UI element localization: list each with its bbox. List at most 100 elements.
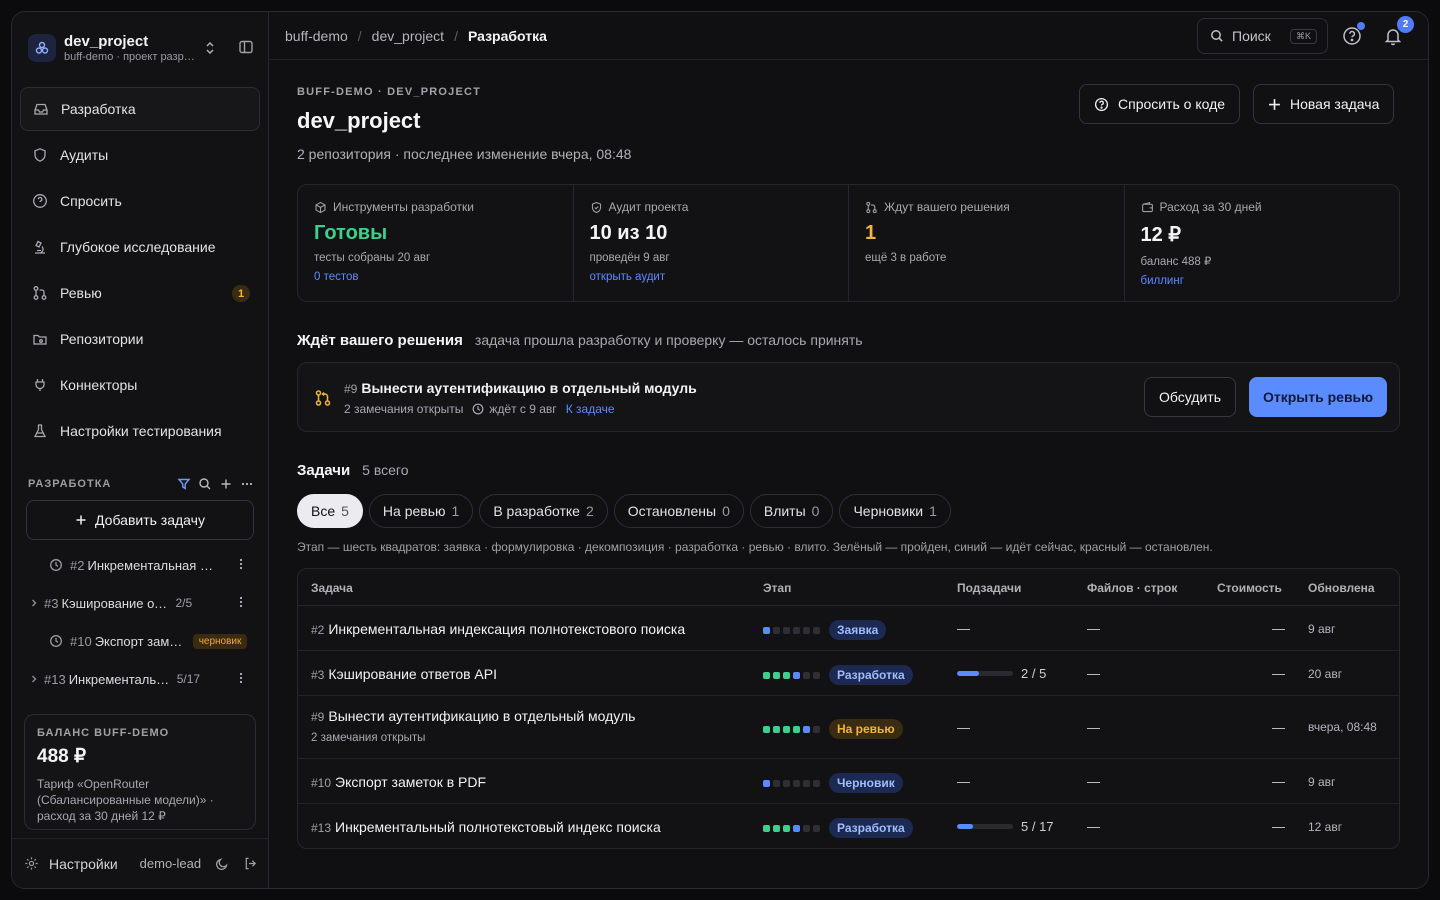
task-cell[interactable]: #10 Экспорт заметок в PDF xyxy=(311,774,486,790)
files-cell: — xyxy=(1087,774,1100,789)
pending-task-title[interactable]: #9 Вынести аутентификацию в отдельный мод… xyxy=(344,380,697,396)
filter-tab[interactable]: Черновики 1 xyxy=(839,494,951,528)
sidebar-item-2[interactable]: Спросить xyxy=(20,179,260,223)
go-to-task-link[interactable]: К задаче xyxy=(566,402,615,416)
sidebar-task-item[interactable]: #13Инкрементальный полнотекстовый индекс… xyxy=(20,660,260,698)
stat-link[interactable]: биллинг xyxy=(1141,275,1384,287)
new-task-button[interactable]: Новая задача xyxy=(1253,84,1395,124)
files-cell: — xyxy=(1087,720,1100,735)
workspace-switcher[interactable]: dev_project buff-demo · проект разработк… xyxy=(28,30,254,66)
table-row[interactable]: #9 Вынести аутентификацию в отдельный мод… xyxy=(298,696,1399,759)
stage-square xyxy=(783,671,790,679)
sidebar-item-5[interactable]: Репозитории xyxy=(20,317,260,361)
table-row[interactable]: #2 Инкрементальная индексация полнотексто… xyxy=(298,606,1399,651)
gear-icon[interactable] xyxy=(24,856,39,871)
sidebar-item-1[interactable]: Аудиты xyxy=(20,133,260,177)
task-cell[interactable]: #3 Кэширование ответов API xyxy=(311,666,497,682)
pending-remarks: 2 замечания открыты xyxy=(344,402,464,416)
stage-square xyxy=(783,626,790,634)
column-header[interactable]: Обновлена xyxy=(1308,581,1375,595)
filter-icon[interactable] xyxy=(177,477,191,491)
more-vertical-icon[interactable] xyxy=(234,557,248,571)
sidebar-collapse-icon[interactable] xyxy=(238,39,254,55)
table-body: #2 Инкрементальная индексация полнотексто… xyxy=(298,606,1399,848)
sidebar-item-6[interactable]: Коннекторы xyxy=(20,363,260,407)
task-cell[interactable]: #9 Вынести аутентификацию в отдельный мод… xyxy=(311,708,635,724)
stat-header: Ждут вашего решения xyxy=(865,200,1108,214)
stage-square xyxy=(793,824,800,832)
stat-label: Ждут вашего решения xyxy=(884,200,1010,214)
table-row[interactable]: #13 Инкрементальный полнотекстовый индекс… xyxy=(298,804,1399,848)
stage-square xyxy=(773,824,780,832)
column-header[interactable]: Файлов · строк xyxy=(1087,581,1177,595)
search-button[interactable]: Поиск ⌘K xyxy=(1197,18,1328,54)
stage-square xyxy=(793,725,800,733)
cost-cell: — xyxy=(1272,819,1285,834)
shield-icon xyxy=(32,147,48,163)
stage-square xyxy=(773,725,780,733)
settings-link[interactable]: Настройки xyxy=(49,856,118,872)
chevron-right-icon[interactable] xyxy=(24,674,44,684)
subtasks-cell: — xyxy=(957,720,970,735)
files-cell: — xyxy=(1087,666,1100,681)
notification-count-badge: 2 xyxy=(1397,16,1414,33)
stat-link[interactable]: открыть аудит xyxy=(590,271,833,283)
filter-tab[interactable]: Влиты 0 xyxy=(749,494,834,528)
pending-title: Ждёт вашего решения xyxy=(297,332,463,349)
table-row[interactable]: #10 Экспорт заметок в PDF Черновик — — — 9 авг xyxy=(298,759,1399,804)
stat-link[interactable]: 0 тестов xyxy=(314,271,557,283)
search-icon[interactable] xyxy=(198,477,212,491)
column-header[interactable]: Задача xyxy=(311,581,353,595)
page-subtitle: 2 репозитория · последнее изменение вчер… xyxy=(297,146,632,162)
plus-icon[interactable] xyxy=(219,477,233,491)
sidebar-item-label: Коннекторы xyxy=(60,377,138,393)
ask-about-code-button[interactable]: Спросить о коде xyxy=(1079,84,1241,124)
open-review-button[interactable]: Открыть ревью xyxy=(1249,377,1388,417)
sidebar-task-item[interactable]: #2Инкрементальная индексация полнотексто… xyxy=(20,546,260,584)
discuss-button[interactable]: Обсудить xyxy=(1144,377,1236,417)
add-task-button[interactable]: Добавить задачу xyxy=(26,500,254,540)
column-header[interactable]: Этап xyxy=(763,581,791,595)
cost-cell: — xyxy=(1272,774,1285,789)
task-cell[interactable]: #13 Инкрементальный полнотекстовый индекс… xyxy=(311,819,661,835)
logout-icon[interactable] xyxy=(243,856,258,871)
sidebar-item-0[interactable]: Разработка xyxy=(20,87,260,131)
breadcrumb-item[interactable]: dev_project xyxy=(372,28,444,44)
filter-tab[interactable]: В разработке 2 xyxy=(479,494,608,528)
progress-fill xyxy=(957,824,974,829)
new-task-label: Новая задача xyxy=(1290,96,1380,112)
breadcrumb-item[interactable]: buff-demo xyxy=(285,28,348,44)
filter-tab[interactable]: Остановлены 0 xyxy=(613,494,744,528)
stage-indicator: Черновик xyxy=(763,773,903,793)
moon-icon[interactable] xyxy=(215,857,229,871)
stat-card: Расход за 30 дней 12 ₽ баланс 488 ₽ биллинг xyxy=(1125,185,1400,301)
chevron-up-down-icon[interactable] xyxy=(204,40,216,56)
table-row[interactable]: #3 Кэширование ответов API Разработка 2 / 5… xyxy=(298,651,1399,696)
stage-indicator: На ревью xyxy=(763,719,903,739)
sidebar-item-3[interactable]: Глубокое исследование xyxy=(20,225,260,269)
sidebar-item-7[interactable]: Настройки тестирования xyxy=(20,409,260,453)
task-title: Экспорт заметок в PDF xyxy=(94,633,187,649)
balance-title: БАЛАНС BUFF-DEMO xyxy=(37,727,170,739)
filter-tab[interactable]: На ревью 1 xyxy=(368,494,474,528)
more-vertical-icon[interactable] xyxy=(234,671,248,685)
column-header[interactable]: Подзадачи xyxy=(957,581,1021,595)
filter-tab[interactable]: Все 5 xyxy=(297,494,363,528)
sidebar-item-4[interactable]: Ревью 1 xyxy=(20,271,260,315)
stage-indicator: Заявка xyxy=(763,620,887,640)
shield-check-icon xyxy=(590,201,603,214)
task-title: Инкрементальная индексация полнотекстово… xyxy=(87,557,219,573)
breadcrumb-separator: / xyxy=(454,27,458,44)
cost-cell: — xyxy=(1272,720,1285,735)
more-vertical-icon[interactable] xyxy=(234,595,248,609)
column-header[interactable]: Стоимость xyxy=(1217,581,1282,595)
chevron-right-icon[interactable] xyxy=(24,598,44,608)
stat-header: Инструменты разработки xyxy=(314,200,557,214)
sidebar-task-item[interactable]: #10Экспорт заметок в PDF черновик xyxy=(20,622,260,660)
sidebar-task-item[interactable]: #3Кэширование ответов API 2/5 xyxy=(20,584,260,622)
stat-value: 10 из 10 xyxy=(589,222,668,244)
more-horizontal-icon[interactable] xyxy=(240,477,254,491)
stage-square xyxy=(813,779,820,787)
current-user: demo-lead xyxy=(139,856,202,871)
task-cell[interactable]: #2 Инкрементальная индексация полнотексто… xyxy=(311,621,685,637)
